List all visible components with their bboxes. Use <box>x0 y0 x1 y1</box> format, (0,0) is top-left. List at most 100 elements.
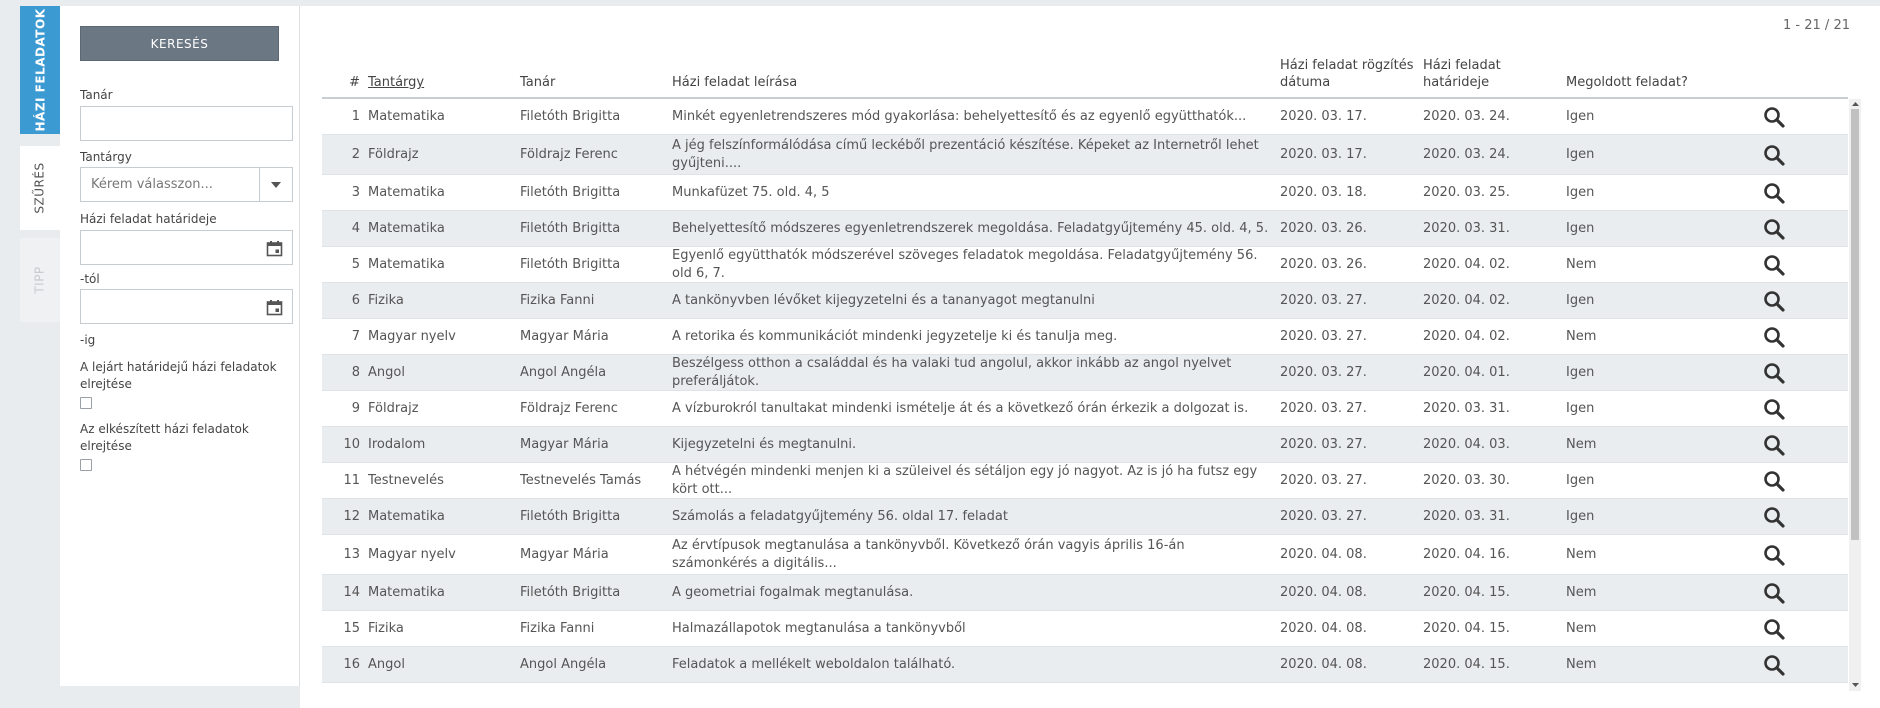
table-row[interactable]: 10 Irodalom Magyar Mária Kijegyzetelni és m… <box>322 427 1848 463</box>
teacher-field[interactable] <box>80 106 293 141</box>
table-row[interactable]: 3 Matematika Filetóth Brigitta Munkafüzet 7… <box>322 175 1848 211</box>
search-icon[interactable] <box>1763 544 1785 566</box>
row-deadline: 2020. 04. 02. <box>1423 328 1510 344</box>
row-recorded-date: 2020. 03. 26. <box>1280 256 1367 272</box>
hide-done-checkbox[interactable] <box>80 459 92 471</box>
row-description: A jég felszínformálódása című leckéből p… <box>672 137 1259 171</box>
row-details-button[interactable] <box>1759 135 1789 174</box>
row-details-button[interactable] <box>1759 175 1789 210</box>
row-solved: Igen <box>1566 400 1595 416</box>
hide-expired-checkbox[interactable] <box>80 397 92 409</box>
search-icon[interactable] <box>1763 470 1785 492</box>
to-label: -ig <box>80 333 96 347</box>
row-details-button[interactable] <box>1759 611 1789 646</box>
table-row[interactable]: 16 Angol Angol Angéla Feladatok a mellékelt… <box>322 647 1848 683</box>
tab-homework[interactable]: HÁZI FELADATOK <box>20 6 60 134</box>
row-teacher: Testnevelés Tamás <box>520 472 642 488</box>
search-icon[interactable] <box>1763 398 1785 420</box>
table-row[interactable]: 13 Magyar nyelv Magyar Mária Az érvtípusok … <box>322 535 1848 575</box>
row-solved: Igen <box>1566 108 1595 124</box>
search-icon[interactable] <box>1763 618 1785 640</box>
col-description: Házi feladat leírása <box>672 75 798 90</box>
row-details-button[interactable] <box>1759 647 1789 682</box>
search-icon[interactable] <box>1763 434 1785 456</box>
row-solved: Igen <box>1566 364 1595 380</box>
row-teacher: Filetóth Brigitta <box>520 220 621 236</box>
chevron-down-icon[interactable] <box>259 168 292 201</box>
table-row[interactable]: 6 Fizika Fizika Fanni A tankönyvben lévőket… <box>322 283 1848 319</box>
subject-label: Tantárgy <box>80 150 132 164</box>
row-details-button[interactable] <box>1759 283 1789 318</box>
subject-select[interactable]: Kérem válasszon... <box>80 167 293 202</box>
search-icon[interactable] <box>1763 582 1785 604</box>
deadline-from-field[interactable] <box>80 230 293 265</box>
row-teacher: Filetóth Brigitta <box>520 256 621 272</box>
row-description: A geometriai fogalmak megtanulása. <box>672 584 914 600</box>
row-details-button[interactable] <box>1759 463 1789 498</box>
row-deadline: 2020. 04. 16. <box>1423 546 1510 562</box>
table-row[interactable]: 9 Földrajz Földrajz Ferenc A vízburokról ta… <box>322 391 1848 427</box>
table-row[interactable]: 12 Matematika Filetóth Brigitta Számolás a … <box>322 499 1848 535</box>
row-details-button[interactable] <box>1759 535 1789 574</box>
search-icon[interactable] <box>1763 254 1785 276</box>
table-row[interactable]: 4 Matematika Filetóth Brigitta Behelyettesí… <box>322 211 1848 247</box>
table-row[interactable]: 5 Matematika Filetóth Brigitta Egyenlő együ… <box>322 247 1848 283</box>
table-row[interactable]: 2 Földrajz Földrajz Ferenc A jég felszínfor… <box>322 135 1848 175</box>
row-deadline: 2020. 04. 01. <box>1423 364 1510 380</box>
row-subject: Angol <box>368 656 405 672</box>
search-icon[interactable] <box>1763 218 1785 240</box>
row-subject: Matematika <box>368 184 445 200</box>
search-icon[interactable] <box>1763 654 1785 676</box>
search-icon[interactable] <box>1763 326 1785 348</box>
row-teacher: Magyar Mária <box>520 546 609 562</box>
search-icon[interactable] <box>1763 290 1785 312</box>
table-row[interactable]: 8 Angol Angol Angéla Beszélgess otthon a cs… <box>322 355 1848 391</box>
search-icon[interactable] <box>1763 182 1785 204</box>
row-teacher: Magyar Mária <box>520 328 609 344</box>
table-row[interactable]: 14 Matematika Filetóth Brigitta A geometria… <box>322 575 1848 611</box>
row-subject: Angol <box>368 364 405 380</box>
calendar-icon[interactable] <box>266 240 283 257</box>
teacher-input[interactable] <box>81 107 292 140</box>
row-recorded-date: 2020. 03. 17. <box>1280 108 1367 124</box>
table-row[interactable]: 15 Fizika Fizika Fanni Halmazállapotok megt… <box>322 611 1848 647</box>
row-recorded-date: 2020. 03. 27. <box>1280 472 1367 488</box>
row-details-button[interactable] <box>1759 211 1789 246</box>
search-icon[interactable] <box>1763 106 1785 128</box>
row-deadline: 2020. 03. 30. <box>1423 472 1510 488</box>
table-row[interactable]: 11 Testnevelés Testnevelés Tamás A hétvégén… <box>322 463 1848 499</box>
search-icon[interactable] <box>1763 144 1785 166</box>
scrollbar[interactable] <box>1849 99 1861 691</box>
row-details-button[interactable] <box>1759 391 1789 426</box>
row-teacher: Földrajz Ferenc <box>520 146 618 162</box>
from-label: -tól <box>80 272 100 286</box>
col-subject[interactable]: Tantárgy <box>368 74 424 91</box>
search-icon[interactable] <box>1763 362 1785 384</box>
row-description: Egyenlő együtthatók módszerével szöveges… <box>672 247 1258 281</box>
search-button[interactable]: KERESÉS <box>80 26 279 61</box>
scroll-down-arrow-icon[interactable] <box>1851 681 1859 689</box>
row-details-button[interactable] <box>1759 247 1789 282</box>
row-details-button[interactable] <box>1759 575 1789 610</box>
scrollbar-thumb[interactable] <box>1851 109 1859 540</box>
calendar-icon[interactable] <box>266 299 283 316</box>
row-solved: Nem <box>1566 584 1597 600</box>
row-details-button[interactable] <box>1759 99 1789 134</box>
row-recorded-date: 2020. 03. 27. <box>1280 400 1367 416</box>
tab-tip[interactable]: TIPP <box>20 238 60 322</box>
row-details-button[interactable] <box>1759 427 1789 462</box>
row-details-button[interactable] <box>1759 499 1789 534</box>
table-row[interactable]: 1 Matematika Filetóth Brigitta Minkét egyen… <box>322 99 1848 135</box>
row-number: 2 <box>351 146 360 162</box>
row-solved: Nem <box>1566 656 1597 672</box>
table-row[interactable]: 7 Magyar nyelv Magyar Mária A retorika és k… <box>322 319 1848 355</box>
row-recorded-date: 2020. 03. 27. <box>1280 436 1367 452</box>
tab-filter[interactable]: SZŰRÉS <box>20 146 60 230</box>
row-solved: Igen <box>1566 220 1595 236</box>
search-icon[interactable] <box>1763 506 1785 528</box>
row-details-button[interactable] <box>1759 355 1789 390</box>
row-details-button[interactable] <box>1759 319 1789 354</box>
row-teacher: Fizika Fanni <box>520 292 595 308</box>
scroll-up-arrow-icon[interactable] <box>1851 100 1859 108</box>
deadline-to-field[interactable] <box>80 289 293 324</box>
